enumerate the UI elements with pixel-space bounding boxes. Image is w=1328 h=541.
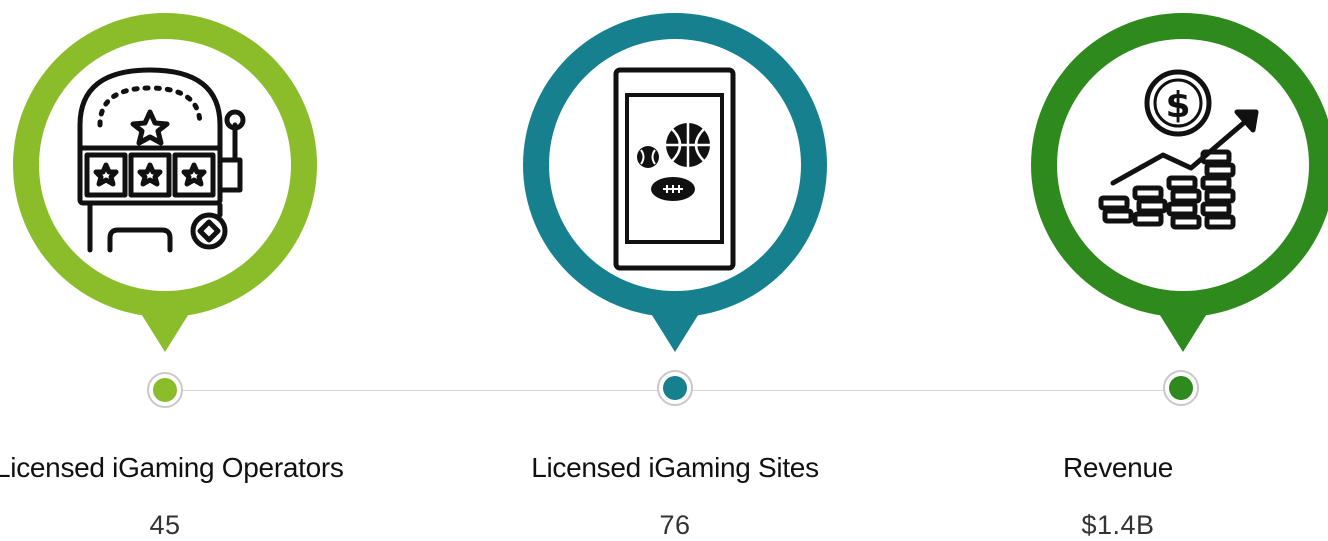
- sites-node-dot: [663, 376, 687, 400]
- svg-text:$: $: [1165, 85, 1190, 126]
- stat-operators: Licensed iGaming Operators 45: [0, 0, 344, 540]
- operators-timeline-node: [147, 372, 183, 408]
- revenue-map-pin: $: [1031, 13, 1328, 352]
- operators-map-pin: [13, 13, 317, 352]
- sites-label: Licensed iGaming Sites: [531, 452, 819, 483]
- revenue-value: $1.4B: [1081, 510, 1155, 540]
- sites-map-pin: [523, 13, 827, 352]
- revenue-label: Revenue: [1063, 452, 1173, 483]
- revenue-node-dot: [1169, 376, 1193, 400]
- sites-value: 76: [659, 510, 691, 540]
- stat-revenue: $ Revenue $1.4B: [1013, 0, 1328, 540]
- operators-node-dot: [153, 378, 177, 402]
- operators-value: 45: [149, 510, 181, 540]
- revenue-timeline-node: [1163, 370, 1199, 406]
- stat-sites: Licensed iGaming Sites 76: [505, 0, 845, 540]
- sites-timeline-node: [657, 370, 693, 406]
- operators-label: Licensed iGaming Operators: [0, 452, 344, 483]
